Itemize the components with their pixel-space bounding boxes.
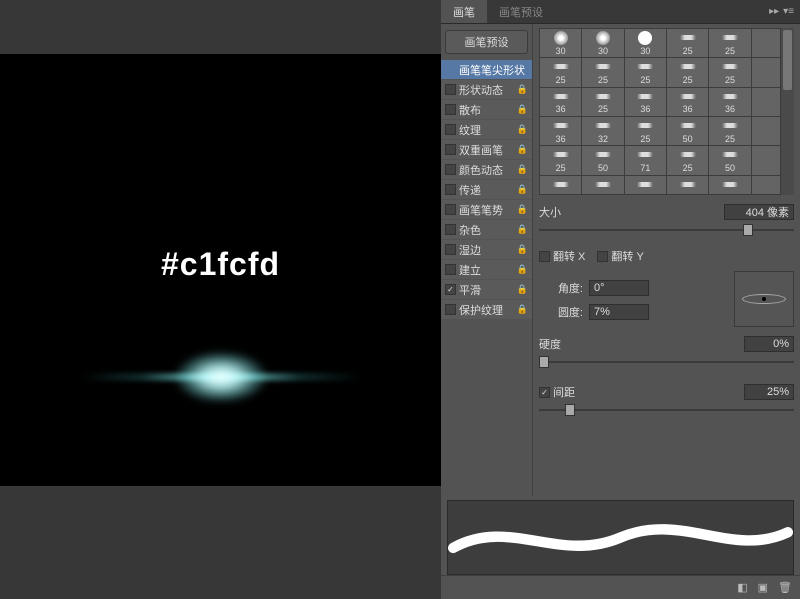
hardness-input[interactable] [744, 336, 794, 352]
angle-label: 角度: [539, 280, 583, 296]
tab-brush[interactable]: 画笔 [441, 0, 487, 23]
brush-stroke-preview [447, 500, 794, 575]
option-build[interactable]: 建立🔒 [441, 260, 532, 279]
brush-thumb[interactable]: 25 [625, 117, 666, 145]
hardness-label: 硬度 [539, 336, 579, 352]
roundness-label: 圆度: [539, 304, 583, 320]
option-color-dyn[interactable]: 颜色动态🔒 [441, 160, 532, 179]
brush-thumb[interactable]: 25 [582, 58, 623, 86]
brush-thumb[interactable]: 36 [667, 88, 708, 116]
new-brush-icon[interactable]: ▣ [758, 581, 768, 594]
brush-thumb[interactable] [709, 176, 750, 194]
brush-thumbnails-grid[interactable]: 3030302525252525252536253636363632255025… [539, 28, 794, 195]
flip-x-checkbox[interactable]: 翻转 X [539, 248, 585, 264]
size-slider[interactable] [539, 223, 794, 237]
brush-preview-glow [11, 373, 431, 381]
brush-thumb[interactable] [625, 176, 666, 194]
toggle-preview-icon[interactable]: ◧ [737, 581, 747, 594]
brush-thumb[interactable]: 30 [582, 29, 623, 57]
brush-thumb[interactable]: 32 [582, 117, 623, 145]
angle-input[interactable] [589, 280, 649, 296]
brush-thumb[interactable]: 25 [667, 58, 708, 86]
brush-panel: 画笔 画笔预设 ▸▸ ▾≡ 画笔预设 画笔笔尖形状形状动态🔒散布🔒纹理🔒双重画笔… [441, 0, 800, 599]
spacing-input[interactable] [744, 384, 794, 400]
size-input[interactable] [724, 204, 794, 220]
flip-y-checkbox[interactable]: 翻转 Y [597, 248, 643, 264]
hardness-slider[interactable] [539, 355, 794, 369]
option-transfer[interactable]: 传递🔒 [441, 180, 532, 199]
brush-thumb[interactable] [582, 176, 623, 194]
brush-thumb[interactable]: 30 [625, 29, 666, 57]
option-shape-dyn[interactable]: 形状动态🔒 [441, 80, 532, 99]
brush-thumb[interactable]: 25 [625, 58, 666, 86]
brush-thumb[interactable]: 25 [667, 146, 708, 174]
spacing-checkbox[interactable]: ✓间距 [539, 384, 575, 400]
option-protect[interactable]: 保护纹理🔒 [441, 300, 532, 319]
size-label: 大小 [539, 204, 579, 220]
roundness-input[interactable] [589, 304, 649, 320]
brush-thumb[interactable]: 25 [540, 58, 581, 86]
brush-thumb[interactable]: 36 [625, 88, 666, 116]
brush-thumb[interactable]: 36 [709, 88, 750, 116]
option-noise[interactable]: 杂色🔒 [441, 220, 532, 239]
brush-thumb[interactable]: 25 [582, 88, 623, 116]
delete-brush-icon[interactable]: 🗑 [778, 581, 792, 594]
brush-thumb[interactable]: 25 [709, 58, 750, 86]
brush-preset-button[interactable]: 画笔预设 [445, 30, 528, 54]
brush-thumb[interactable]: 36 [540, 117, 581, 145]
option-texture[interactable]: 纹理🔒 [441, 120, 532, 139]
brush-thumb[interactable] [667, 176, 708, 194]
option-pose[interactable]: 画笔笔势🔒 [441, 200, 532, 219]
brush-thumb[interactable]: 71 [625, 146, 666, 174]
option-smooth[interactable]: ✓平滑🔒 [441, 280, 532, 299]
collapse-icon[interactable]: ▸▸ [769, 6, 779, 17]
brush-thumb[interactable]: 25 [709, 117, 750, 145]
option-scatter[interactable]: 散布🔒 [441, 100, 532, 119]
brush-thumb[interactable]: 50 [709, 146, 750, 174]
spacing-slider[interactable] [539, 403, 794, 417]
angle-widget[interactable] [734, 271, 794, 327]
option-dual[interactable]: 双重画笔🔒 [441, 140, 532, 159]
brush-thumb[interactable]: 25 [540, 146, 581, 174]
brush-options-list: 画笔预设 画笔笔尖形状形状动态🔒散布🔒纹理🔒双重画笔🔒颜色动态🔒传递🔒画笔笔势🔒… [441, 24, 533, 496]
option-tip[interactable]: 画笔笔尖形状 [441, 60, 532, 79]
brush-thumb[interactable]: 25 [709, 29, 750, 57]
brush-thumb[interactable]: 50 [667, 117, 708, 145]
brush-thumb[interactable]: 25 [667, 29, 708, 57]
brush-thumb[interactable]: 36 [540, 88, 581, 116]
option-wet[interactable]: 湿边🔒 [441, 240, 532, 259]
panel-menu-icon[interactable]: ▾≡ [783, 6, 794, 17]
brush-thumb[interactable]: 30 [540, 29, 581, 57]
brush-thumb[interactable] [540, 176, 581, 194]
color-code-text: #c1fcfd [161, 246, 280, 283]
brush-thumb[interactable]: 50 [582, 146, 623, 174]
tab-brush-presets[interactable]: 画笔预设 [487, 0, 555, 23]
thumbs-scrollbar[interactable] [780, 28, 794, 195]
